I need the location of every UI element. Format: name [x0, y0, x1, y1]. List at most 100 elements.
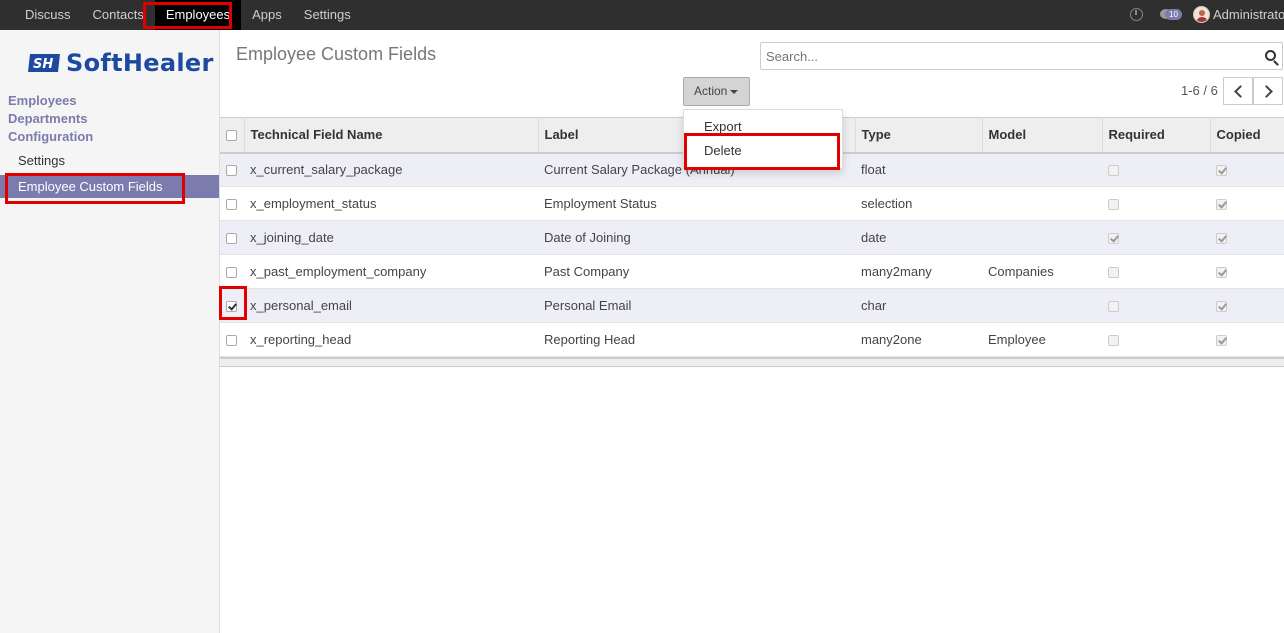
column-copied[interactable]: Copied [1210, 117, 1284, 154]
sidebar-heading-configuration[interactable]: Configuration [8, 129, 93, 144]
page-title: Employee Custom Fields [236, 44, 437, 64]
cell-label: Employment Status [538, 186, 855, 221]
highlight-employees-menu [143, 2, 232, 29]
cell-technical-name: x_personal_email [244, 288, 538, 323]
cell-label: Date of Joining [538, 220, 855, 255]
copied-checkbox [1216, 199, 1227, 211]
row-select-cell [220, 254, 244, 289]
softhealer-logo-icon: SH [28, 54, 60, 72]
user-menu[interactable]: Administrator [1213, 0, 1284, 30]
cell-copied [1210, 254, 1284, 289]
action-export[interactable]: Export [704, 119, 742, 134]
column-model[interactable]: Model [982, 117, 1103, 154]
cell-label: Past Company [538, 254, 855, 289]
cell-required [1102, 254, 1210, 289]
cell-model [982, 220, 1102, 255]
copied-checkbox [1216, 165, 1227, 177]
required-checkbox [1108, 301, 1119, 313]
message-count-badge: 10 [1165, 9, 1182, 20]
table-body: x_current_salary_package Current Salary P… [220, 152, 1284, 357]
highlight-delete-action [684, 133, 840, 170]
action-button-label: Action [694, 84, 728, 98]
search-box [760, 42, 1283, 70]
cell-type: many2one [855, 322, 982, 357]
sidebar-heading-employees[interactable]: Employees [8, 93, 77, 108]
pager-previous-button[interactable] [1223, 77, 1253, 105]
action-dropdown-button[interactable]: Action [683, 77, 750, 106]
row-select-checkbox[interactable] [226, 233, 237, 245]
cell-required [1102, 220, 1210, 255]
cell-copied [1210, 288, 1284, 323]
row-select-checkbox[interactable] [226, 267, 237, 279]
row-select-cell [220, 152, 244, 187]
cell-required [1102, 186, 1210, 221]
table-row[interactable]: x_joining_date Date of Joining date [220, 220, 1284, 255]
column-technical-field-name[interactable]: Technical Field Name [244, 117, 539, 154]
table-row[interactable]: x_employment_status Employment Status sele… [220, 186, 1284, 221]
row-select-checkbox[interactable] [226, 199, 237, 211]
copied-checkbox [1216, 233, 1227, 245]
copied-checkbox [1216, 267, 1227, 279]
required-checkbox [1108, 267, 1119, 279]
copied-checkbox [1216, 335, 1227, 347]
cell-copied [1210, 322, 1284, 357]
row-select-checkbox[interactable] [226, 335, 237, 347]
select-all-header [220, 117, 245, 154]
menu-apps[interactable]: Apps [241, 0, 293, 30]
cell-technical-name: x_joining_date [244, 220, 538, 255]
sidebar-heading-departments[interactable]: Departments [8, 111, 87, 126]
highlight-sidebar-item [5, 173, 185, 204]
activity-clock-icon[interactable] [1130, 8, 1143, 21]
required-checkbox [1108, 233, 1119, 245]
required-checkbox [1108, 335, 1119, 347]
row-select-cell [220, 220, 244, 255]
cell-required [1102, 152, 1210, 187]
row-select-checkbox[interactable] [226, 165, 237, 177]
cell-type: selection [855, 186, 982, 221]
cell-copied [1210, 220, 1284, 255]
cell-type: date [855, 220, 982, 255]
copied-checkbox [1216, 301, 1227, 313]
cell-copied [1210, 152, 1284, 187]
required-checkbox [1108, 199, 1119, 211]
highlight-selected-checkbox [219, 286, 247, 320]
cell-technical-name: x_employment_status [244, 186, 538, 221]
brand-logo: SH SoftHealer [26, 49, 214, 77]
sidebar-item-settings[interactable]: Settings [18, 153, 65, 168]
pager-value[interactable]: 1-6 / 6 [1181, 83, 1218, 98]
select-all-checkbox[interactable] [226, 130, 237, 142]
column-required[interactable]: Required [1102, 117, 1211, 154]
cell-required [1102, 322, 1210, 357]
svg-text:SH: SH [33, 57, 53, 72]
cell-copied [1210, 186, 1284, 221]
cell-label: Personal Email [538, 288, 855, 323]
table-footer [220, 357, 1284, 367]
menu-settings[interactable]: Settings [293, 0, 362, 30]
cell-model: Employee [982, 322, 1102, 357]
table-row[interactable]: x_reporting_head Reporting Head many2one Em… [220, 322, 1284, 357]
cell-type: many2many [855, 254, 982, 289]
table-row[interactable]: x_past_employment_company Past Company man… [220, 254, 1284, 289]
cell-model [982, 186, 1102, 221]
cell-model [982, 152, 1102, 187]
sidebar: SH SoftHealer Employees Departments Conf… [0, 30, 220, 633]
pager-next-button[interactable] [1253, 77, 1283, 105]
cell-technical-name: x_current_salary_package [244, 152, 538, 187]
cell-type: float [855, 152, 982, 187]
column-type[interactable]: Type [855, 117, 983, 154]
brand-name: SoftHealer [66, 49, 214, 77]
required-checkbox [1108, 165, 1119, 177]
caret-down-icon [730, 89, 739, 94]
search-icon[interactable] [1265, 50, 1276, 61]
cell-technical-name: x_reporting_head [244, 322, 538, 357]
table-row[interactable]: x_personal_email Personal Email char [220, 288, 1284, 323]
cell-technical-name: x_past_employment_company [244, 254, 538, 289]
search-input[interactable] [761, 43, 1251, 69]
cell-model: Companies [982, 254, 1102, 289]
cell-model [982, 288, 1102, 323]
menu-discuss[interactable]: Discuss [14, 0, 82, 30]
user-avatar[interactable] [1193, 6, 1210, 23]
cell-label: Reporting Head [538, 322, 855, 357]
row-select-cell [220, 322, 244, 357]
cell-type: char [855, 288, 982, 323]
